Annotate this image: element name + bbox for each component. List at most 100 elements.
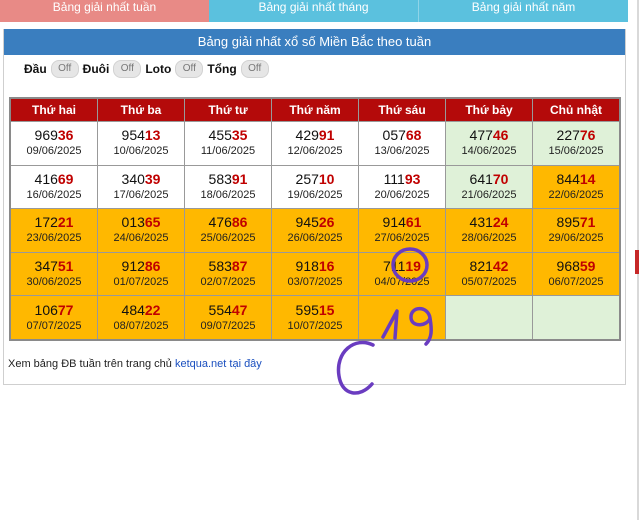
number-head: 172 (34, 214, 58, 231)
draw-date: 28/06/2025 (461, 232, 517, 245)
number-tail: 86 (231, 214, 248, 231)
number-head: 968 (556, 258, 580, 275)
number-head: 918 (295, 258, 319, 275)
prize-number: 71119 (383, 258, 421, 275)
result-cell: 89571 29/06/2025 (533, 209, 619, 252)
draw-date: 10/06/2025 (113, 145, 169, 158)
draw-date: 03/07/2025 (287, 276, 343, 289)
filter-dau: Đầu Off (24, 60, 79, 78)
number-head: 912 (121, 258, 145, 275)
draw-date: 23/06/2025 (26, 232, 82, 245)
draw-date: 13/06/2025 (374, 145, 430, 158)
result-cell (446, 296, 532, 339)
prize-number: 91461 (383, 214, 422, 231)
result-cell: 17221 23/06/2025 (11, 209, 97, 252)
result-cell: 94526 26/06/2025 (272, 209, 358, 252)
draw-date: 05/07/2025 (461, 276, 517, 289)
number-head: 111 (383, 170, 405, 187)
number-head: 429 (295, 127, 319, 144)
prize-number: 94526 (296, 214, 335, 231)
draw-date: 18/06/2025 (200, 188, 256, 201)
result-cell: 95413 10/06/2025 (98, 122, 184, 165)
prize-number: 59515 (296, 302, 335, 319)
number-head: 641 (469, 170, 493, 187)
dau-toggle[interactable]: Off (50, 60, 79, 78)
number-head: 340 (121, 170, 145, 187)
draw-date: 09/06/2025 (26, 145, 82, 158)
prize-number: 22776 (557, 127, 596, 144)
prize-number: 45535 (209, 127, 248, 144)
result-cell (359, 296, 445, 339)
number-head: 711 (383, 258, 406, 275)
result-cell: 11193 20/06/2025 (359, 165, 445, 209)
prize-number: 89571 (557, 214, 596, 231)
number-tail: 42 (492, 258, 509, 275)
tab-monthly[interactable]: Bảng giải nhất tháng (209, 0, 419, 22)
number-tail: 26 (318, 214, 335, 231)
draw-date: 24/06/2025 (113, 232, 169, 245)
number-tail: 70 (492, 170, 509, 187)
here-link[interactable]: tại đây (229, 358, 261, 370)
filter-duoi: Đuôi Off (83, 60, 142, 78)
tab-weekly[interactable]: Bảng giải nhất tuần (0, 0, 209, 22)
number-tail: 77 (57, 301, 74, 318)
filter-bar: Đầu Off Đuôi Off Loto Off Tổng Off (24, 60, 273, 78)
prize-number: 96936 (35, 127, 74, 144)
number-tail: 22 (144, 301, 161, 318)
number-head: 347 (34, 258, 58, 275)
day-header: Thứ ba (98, 99, 184, 121)
prize-number: 01365 (122, 214, 161, 231)
filter-label: Loto (145, 62, 172, 76)
number-head: 969 (34, 127, 58, 144)
number-head: 554 (208, 301, 232, 318)
number-tail: 76 (579, 127, 596, 144)
number-tail: 59 (579, 258, 596, 275)
prize-number: 10677 (35, 302, 74, 319)
draw-date: 30/06/2025 (26, 276, 82, 289)
result-cell: 43124 28/06/2025 (446, 209, 532, 252)
result-cell: 47686 25/06/2025 (185, 209, 271, 252)
number-tail: 39 (144, 170, 161, 187)
result-cell: 34039 17/06/2025 (98, 165, 184, 209)
result-cell: 48422 08/07/2025 (98, 296, 184, 339)
number-tail: 21 (57, 214, 74, 231)
result-cell: 96936 09/06/2025 (11, 122, 97, 165)
tab-yearly[interactable]: Bảng giải nhất năm (419, 0, 628, 22)
footnote: Xem bảng ĐB tuần trên trang chủ ketqua.n… (8, 358, 262, 370)
loto-toggle[interactable]: Off (175, 60, 204, 78)
number-tail: 65 (144, 214, 161, 231)
result-cell: 05768 13/06/2025 (359, 122, 445, 165)
number-tail: 16 (318, 258, 335, 275)
filter-tong: Tổng Off (207, 60, 269, 78)
day-header: Thứ tư (185, 99, 271, 121)
day-header: Thứ bảy (446, 99, 532, 121)
number-tail: 14 (579, 170, 596, 187)
number-head: 455 (208, 127, 232, 144)
draw-date: 16/06/2025 (26, 188, 82, 201)
result-cell: 91816 03/07/2025 (272, 252, 358, 296)
result-cell: 41669 16/06/2025 (11, 165, 97, 209)
number-head: 914 (382, 214, 406, 231)
draw-date: 14/06/2025 (461, 145, 517, 158)
prize-number: 95413 (122, 127, 161, 144)
draw-date: 01/07/2025 (113, 276, 169, 289)
duoi-toggle[interactable]: Off (113, 60, 142, 78)
draw-date: 17/06/2025 (113, 188, 169, 201)
number-tail: 68 (405, 127, 422, 144)
tong-toggle[interactable]: Off (240, 60, 269, 78)
day-header: Thứ hai (11, 99, 97, 121)
result-cell: 34751 30/06/2025 (11, 252, 97, 296)
number-tail: 51 (57, 258, 74, 275)
number-tail: 10 (318, 170, 335, 187)
number-tail: 35 (231, 127, 248, 144)
draw-date: 29/06/2025 (548, 232, 604, 245)
number-head: 484 (121, 301, 145, 318)
homepage-link[interactable]: ketqua.net (175, 358, 226, 370)
footnote-text: Xem bảng ĐB tuần trên trang chủ (8, 358, 172, 370)
prize-number: 41669 (35, 171, 74, 188)
number-tail: 61 (405, 214, 422, 231)
result-cell (533, 296, 619, 339)
prize-number: 91286 (122, 258, 161, 275)
number-head: 583 (208, 258, 232, 275)
number-tail: 93 (404, 170, 421, 187)
